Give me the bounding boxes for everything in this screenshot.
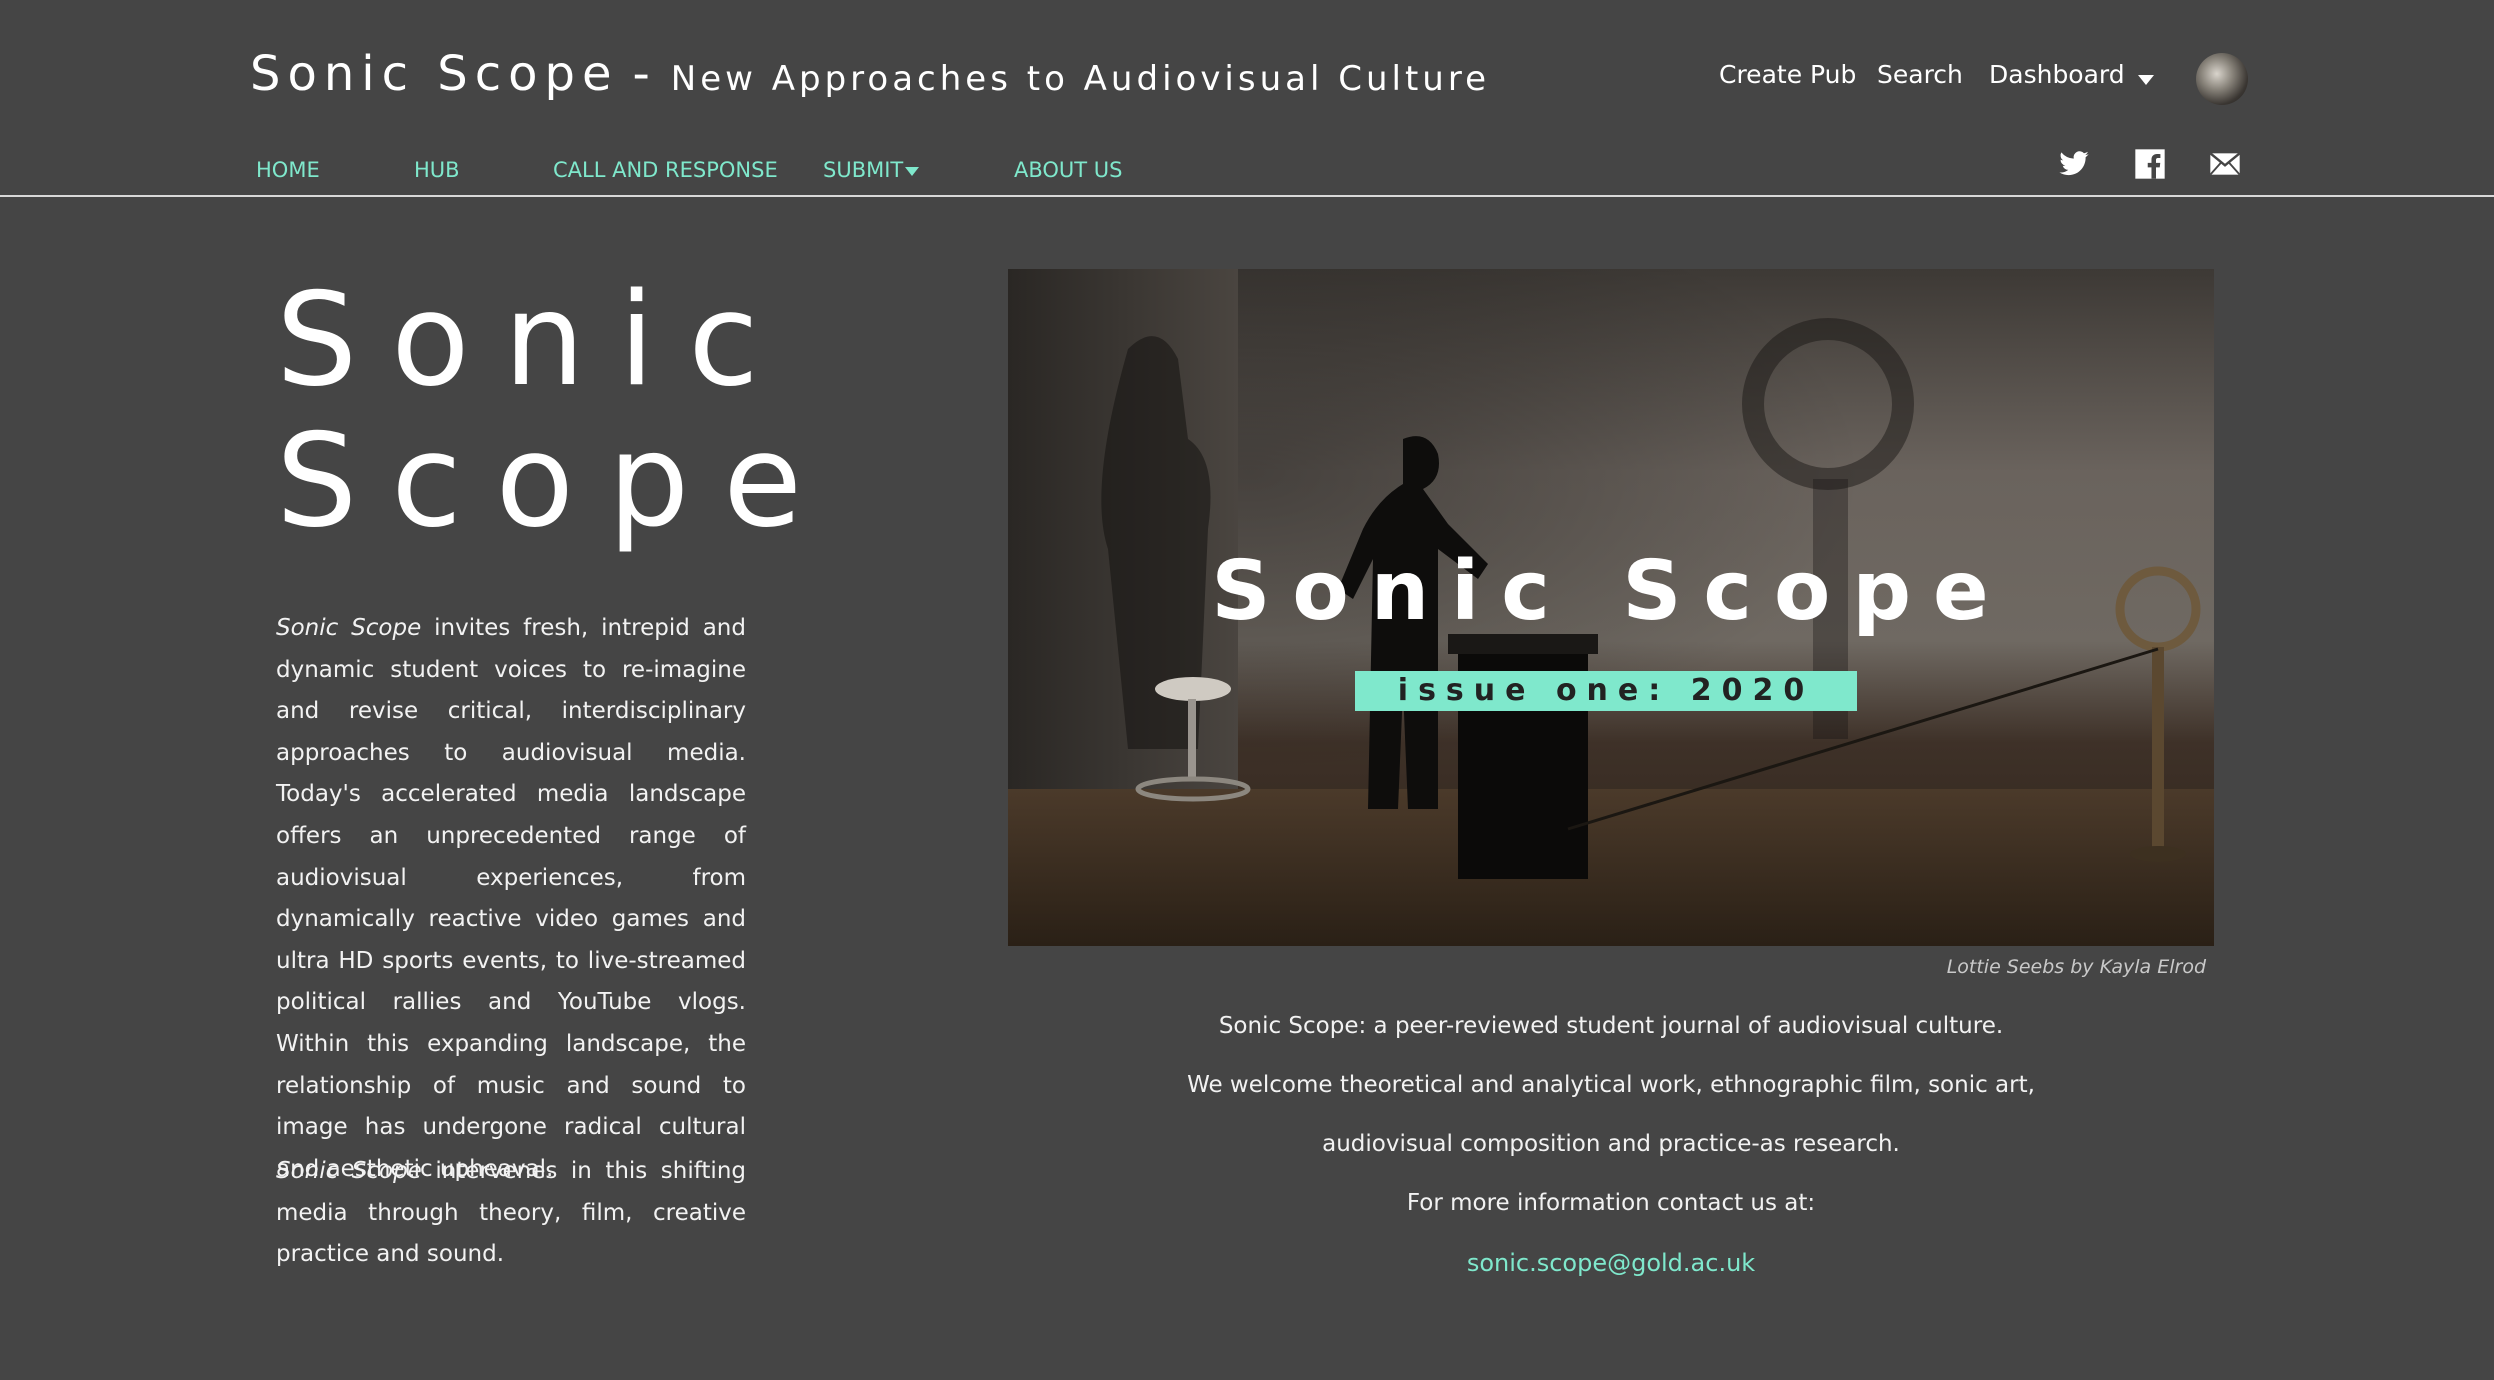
nav-call-and-response[interactable]: CALL AND RESPONSE <box>553 158 778 182</box>
intro-paragraph-1: Sonic Scope invites fresh, intrepid and … <box>276 615 746 1182</box>
info-line-2: We welcome theoretical and analytical wo… <box>1187 1072 2035 1098</box>
nav-home[interactable]: HOME <box>256 158 320 182</box>
nav-submit[interactable]: SUBMIT <box>823 158 903 182</box>
journal-name-italic: Sonic Scope <box>276 1158 422 1184</box>
contact-email-link[interactable]: sonic.scope@gold.ac.uk <box>1008 1249 2214 1277</box>
search-link[interactable]: Search <box>1877 60 1963 89</box>
title-separator: - <box>632 46 657 102</box>
dashboard-dropdown-icon[interactable] <box>2138 75 2154 85</box>
create-pub-link[interactable]: Create Pub <box>1719 60 1856 89</box>
logo-scope: Scope <box>276 407 836 556</box>
journal-name-italic: Sonic Scope <box>276 615 422 641</box>
site-tagline: New Approaches to Audiovisual Culture <box>670 59 1490 99</box>
intro-text-2: Sonic Scope intervenes in this shifting … <box>276 1151 746 1276</box>
submit-dropdown-icon[interactable] <box>905 167 919 176</box>
logo-sonic: Sonic <box>276 266 793 415</box>
site-title[interactable]: Sonic Scope - New Approaches to Audiovisua… <box>250 46 1490 102</box>
facebook-icon[interactable] <box>2134 148 2166 180</box>
site-name: Sonic Scope <box>250 46 619 102</box>
nav-about-us[interactable]: ABOUT US <box>1014 158 1123 182</box>
nav-hub[interactable]: HUB <box>414 158 460 182</box>
intro-text: Sonic Scope invites fresh, intrepid and … <box>276 608 746 1190</box>
hero-image: Sonic Scope issue one: 2020 <box>1008 269 2214 946</box>
dashboard-link[interactable]: Dashboard <box>1989 60 2125 89</box>
image-caption: Lottie Seebs by Kayla Elrod <box>1946 956 2206 978</box>
intro-paragraph-2: Sonic Scope intervenes in this shifting … <box>276 1158 746 1268</box>
header-divider <box>0 195 2494 197</box>
hero-title: Sonic Scope <box>1211 544 2011 639</box>
issue-badge: issue one: 2020 <box>1355 671 1857 711</box>
info-line-3: audiovisual composition and practice-as … <box>1322 1131 1900 1157</box>
info-line-1: Sonic Scope: a peer-reviewed student jou… <box>1218 1013 2004 1039</box>
info-line-4: For more information contact us at: <box>1406 1190 1816 1216</box>
user-avatar[interactable] <box>2196 53 2248 105</box>
twitter-icon[interactable] <box>2058 148 2090 180</box>
mail-icon[interactable] <box>2209 148 2241 180</box>
